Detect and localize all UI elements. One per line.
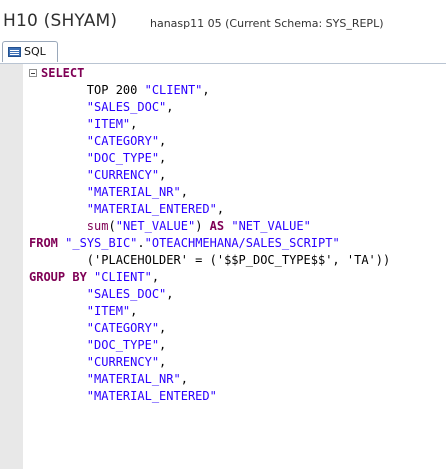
code-line: "MATERIAL_ENTERED" xyxy=(29,388,390,405)
code-line: TOP 200 "CLIENT", xyxy=(29,82,390,99)
sql-function: sum xyxy=(86,219,109,233)
sql-identifier: "_SYS_BIC" xyxy=(65,236,138,250)
sql-identifier: "NET_VALUE" xyxy=(115,219,196,233)
sql-text: . xyxy=(137,236,145,250)
code-line: "CURRENCY", xyxy=(29,167,390,184)
sql-identifier: "ITEM" xyxy=(86,304,131,318)
sql-text: , xyxy=(180,372,188,386)
sql-text: TOP 200 xyxy=(29,83,145,97)
sql-identifier: "CLIENT" xyxy=(94,270,152,284)
sql-keyword: FROM xyxy=(29,236,58,250)
connection-title: H10 (SHYAM) xyxy=(3,11,118,31)
sql-text: , xyxy=(166,287,174,301)
sql-text: , xyxy=(180,185,188,199)
sql-identifier: "CURRENCY" xyxy=(86,168,160,182)
sql-text: , xyxy=(166,100,174,114)
code-line: "MATERIAL_ENTERED", xyxy=(29,201,390,218)
sql-keyword: SELECT xyxy=(41,66,85,80)
code-line: "SALES_DOC", xyxy=(29,286,390,303)
code-line: sum("NET_VALUE") AS "NET_VALUE" xyxy=(29,218,390,235)
sql-text: , xyxy=(130,304,138,318)
sql-identifier: "MATERIAL_ENTERED" xyxy=(86,389,217,403)
sql-text: , xyxy=(202,83,210,97)
sql-identifier: "CLIENT" xyxy=(144,83,203,97)
code-line: SELECT xyxy=(29,65,390,82)
sql-code[interactable]: SELECT TOP 200 "CLIENT", "SALES_DOC", "I… xyxy=(29,65,390,405)
sql-identifier: "CATEGORY" xyxy=(86,134,160,148)
editor-gutter xyxy=(0,64,23,469)
code-line: "DOC_TYPE", xyxy=(29,337,390,354)
code-line: ('PLACEHOLDER' = ('$$P_DOC_TYPE$$', 'TA'… xyxy=(29,252,390,269)
sql-text: , xyxy=(159,151,167,165)
code-line: "CURRENCY", xyxy=(29,354,390,371)
sql-text: , xyxy=(159,168,167,182)
sql-text: , xyxy=(159,355,167,369)
tab-bar: SQL xyxy=(0,40,446,64)
sql-text: , xyxy=(216,202,225,216)
sql-identifier: "DOC_TYPE" xyxy=(86,338,160,352)
code-line: GROUP BY "CLIENT", xyxy=(29,269,390,286)
sql-icon xyxy=(8,47,21,57)
connection-info: hanasp11 05 (Current Schema: SYS_REPL) xyxy=(150,17,384,30)
sql-identifier: "CURRENCY" xyxy=(86,355,160,369)
code-line: "ITEM", xyxy=(29,116,390,133)
code-line: FROM "_SYS_BIC"."OTEACHMEHANA/SALES_SCRI… xyxy=(29,235,390,252)
sql-text: , xyxy=(151,270,160,284)
sql-identifier: "ITEM" xyxy=(86,117,131,131)
sql-identifier: "MATERIAL_NR" xyxy=(86,185,181,199)
sql-text: ( xyxy=(108,219,116,233)
tab-sql-label: SQL xyxy=(24,45,46,58)
sql-identifier: "OTEACHMEHANA/SALES_SCRIPT" xyxy=(144,236,340,250)
sql-text: ('PLACEHOLDER' = ('$$P_DOC_TYPE$$', 'TA'… xyxy=(29,253,391,267)
sql-identifier: "MATERIAL_NR" xyxy=(86,372,181,386)
sql-keyword: GROUP BY xyxy=(29,270,87,284)
sql-text: , xyxy=(159,321,167,335)
sql-identifier: "SALES_DOC" xyxy=(86,287,167,301)
code-line: "CATEGORY", xyxy=(29,133,390,150)
sql-identifier: "SALES_DOC" xyxy=(86,100,167,114)
sql-text: , xyxy=(159,134,167,148)
sql-text: , xyxy=(130,117,138,131)
code-line: "MATERIAL_NR", xyxy=(29,184,390,201)
sql-identifier: "NET_VALUE" xyxy=(231,219,311,233)
code-line: "MATERIAL_NR", xyxy=(29,371,390,388)
sql-text: ) xyxy=(195,219,210,233)
sql-identifier: "CATEGORY" xyxy=(86,321,160,335)
code-line: "CATEGORY", xyxy=(29,320,390,337)
code-line: "ITEM", xyxy=(29,303,390,320)
sql-editor[interactable]: SELECT TOP 200 "CLIENT", "SALES_DOC", "I… xyxy=(0,64,446,469)
editor-header: H10 (SHYAM) hanasp11 05 (Current Schema:… xyxy=(0,0,446,40)
sql-text: , xyxy=(159,338,167,352)
fold-collapse-icon[interactable] xyxy=(29,69,37,77)
sql-identifier: "DOC_TYPE" xyxy=(86,151,160,165)
code-line: "DOC_TYPE", xyxy=(29,150,390,167)
sql-keyword: AS xyxy=(209,219,225,233)
code-line: "SALES_DOC", xyxy=(29,99,390,116)
tab-sql[interactable]: SQL xyxy=(2,41,58,62)
sql-identifier: "MATERIAL_ENTERED" xyxy=(86,202,217,216)
